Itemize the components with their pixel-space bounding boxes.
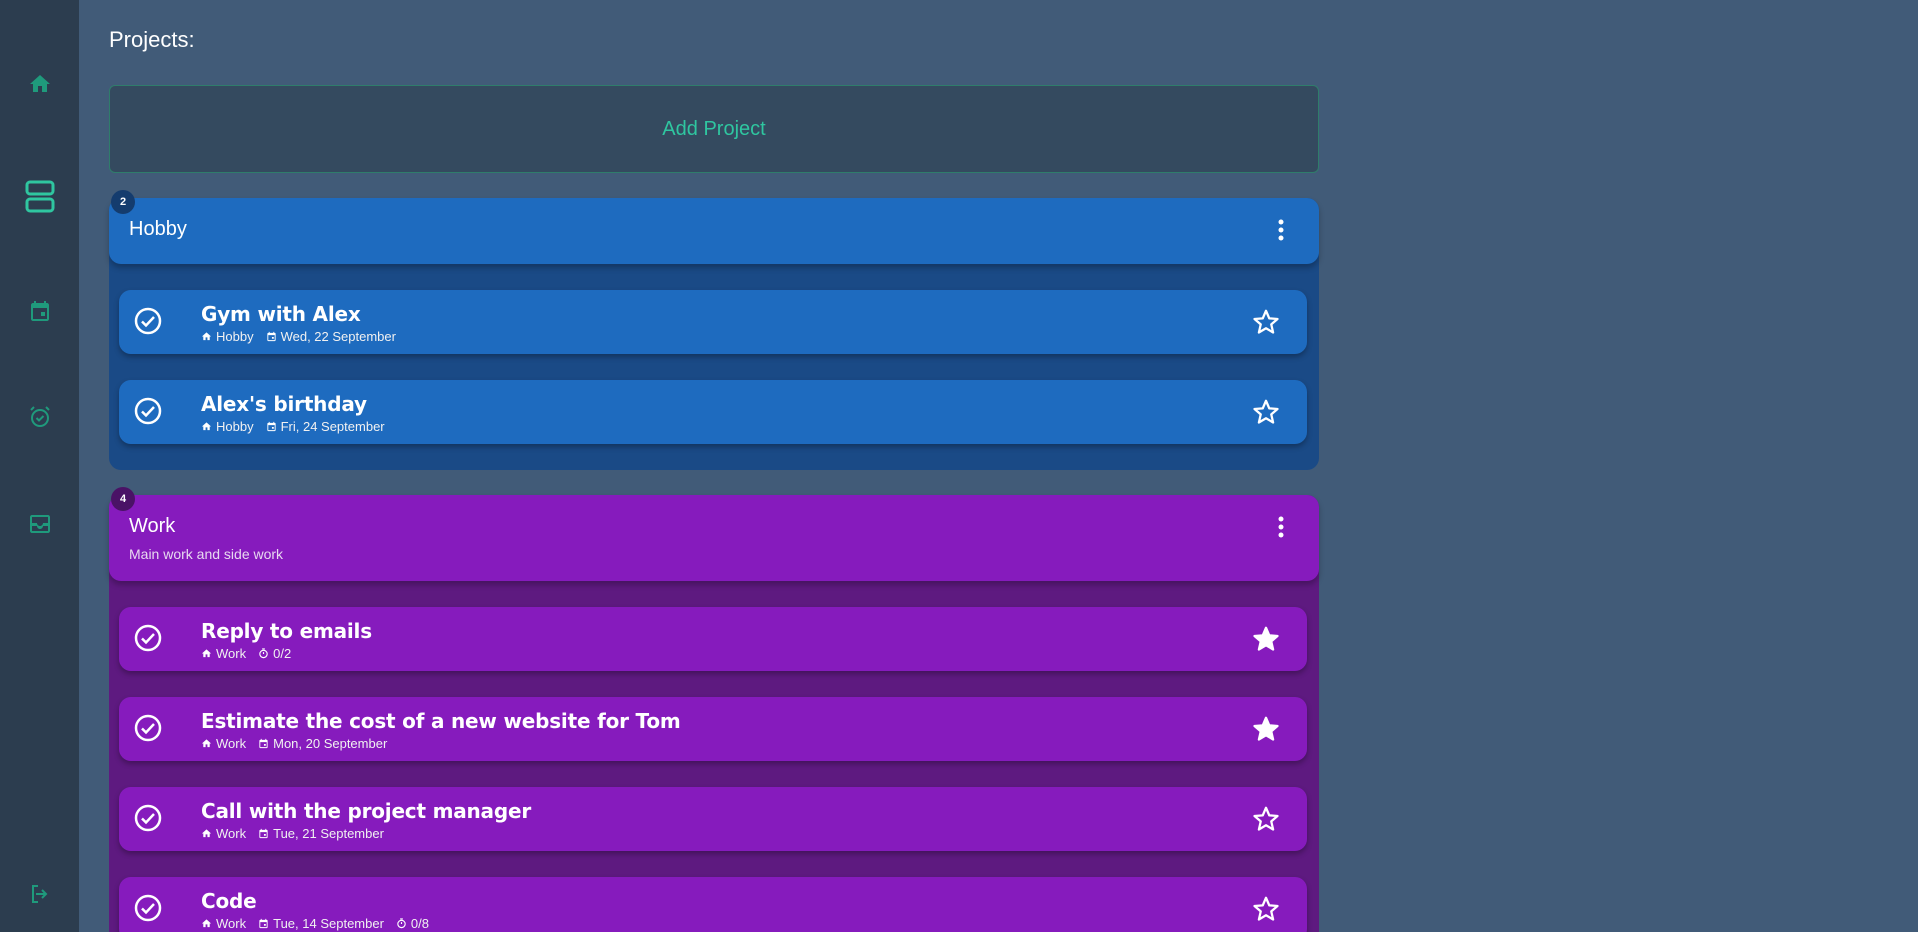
home-icon — [201, 829, 212, 838]
sidebar-item-projects[interactable] — [0, 167, 79, 227]
task-project: Work — [216, 916, 247, 931]
projects-icon — [25, 180, 54, 213]
complete-check-icon[interactable] — [133, 713, 163, 743]
task-meta: Work Mon, 20 September — [201, 736, 393, 751]
alarm-check-icon — [29, 406, 50, 427]
sidebar-item-home[interactable] — [0, 54, 79, 114]
calendar-icon — [259, 738, 268, 749]
project-card-work: 4 Work Main work and side work Reply to … — [109, 487, 1319, 932]
task-item[interactable]: Alex's birthday Hobby Fri, 24 September — [119, 380, 1307, 444]
home-icon — [201, 422, 212, 431]
project-description: Main work and side work — [129, 546, 284, 562]
home-icon — [201, 739, 212, 748]
calendar-icon — [266, 331, 276, 342]
calendar-icon — [259, 828, 268, 839]
star-outline-icon[interactable] — [1251, 307, 1281, 337]
timer-icon — [259, 648, 268, 659]
sidebar-item-reminders[interactable] — [0, 387, 79, 447]
calendar-icon — [266, 421, 276, 432]
calendar-icon — [259, 918, 268, 929]
task-title: Gym with Alex — [201, 302, 361, 326]
sidebar — [0, 0, 79, 932]
home-icon — [29, 75, 50, 92]
task-item[interactable]: Code Work Tue, 14 September 0/8 — [119, 877, 1307, 932]
project-name: Hobby — [129, 218, 187, 240]
task-title: Reply to emails — [201, 619, 372, 643]
task-meta: Work Tue, 14 September 0/8 — [201, 916, 435, 931]
project-card-hobby: 2 Hobby Gym with Alex Hobby Wed, 22 Sept… — [109, 190, 1319, 470]
task-count-badge: 2 — [111, 190, 135, 214]
task-meta: Work 0/2 — [201, 646, 297, 661]
task-item[interactable]: Reply to emails Work 0/2 — [119, 607, 1307, 671]
task-meta: Hobby Wed, 22 September — [201, 329, 402, 344]
calendar-icon — [30, 301, 49, 321]
complete-check-icon[interactable] — [133, 803, 163, 833]
add-project-button[interactable]: Add Project — [109, 85, 1319, 173]
more-vertical-icon — [1278, 219, 1284, 241]
task-date: Fri, 24 September — [280, 419, 385, 434]
logout-icon — [31, 885, 47, 903]
task-title: Alex's birthday — [201, 392, 367, 416]
more-options-button[interactable] — [1269, 515, 1293, 539]
task-project: Hobby — [216, 329, 254, 344]
task-date: Tue, 14 September — [273, 916, 384, 931]
home-icon — [201, 919, 212, 928]
task-project: Work — [216, 736, 247, 751]
task-count-badge: 4 — [111, 487, 135, 511]
project-header[interactable]: 4 Work Main work and side work — [109, 487, 1319, 581]
star-filled-icon[interactable] — [1251, 624, 1281, 654]
sidebar-item-calendar[interactable] — [0, 281, 79, 341]
complete-check-icon[interactable] — [133, 893, 163, 923]
sidebar-item-logout[interactable] — [0, 864, 79, 924]
project-name: Work — [129, 515, 176, 537]
page-title: Projects: — [109, 27, 195, 52]
more-options-button[interactable] — [1269, 218, 1293, 242]
home-icon — [201, 332, 212, 341]
task-date: Wed, 22 September — [280, 329, 396, 344]
star-filled-icon[interactable] — [1251, 714, 1281, 744]
task-item[interactable]: Estimate the cost of a new website for T… — [119, 697, 1307, 761]
task-item[interactable]: Gym with Alex Hobby Wed, 22 September — [119, 290, 1307, 354]
project-header[interactable]: 2 Hobby — [109, 190, 1319, 264]
task-title: Call with the project manager — [201, 799, 532, 823]
complete-check-icon[interactable] — [133, 623, 163, 653]
task-timer: 0/8 — [410, 916, 429, 931]
task-project: Hobby — [216, 419, 254, 434]
task-project: Work — [216, 646, 247, 661]
task-title: Code — [201, 889, 257, 913]
timer-icon — [397, 918, 406, 929]
star-outline-icon[interactable] — [1251, 894, 1281, 924]
task-title: Estimate the cost of a new website for T… — [201, 709, 681, 733]
task-project: Work — [216, 826, 247, 841]
sidebar-item-archive[interactable] — [0, 494, 79, 554]
task-meta: Hobby Fri, 24 September — [201, 419, 391, 434]
task-date: Mon, 20 September — [273, 736, 388, 751]
home-icon — [201, 649, 212, 658]
archive-icon — [29, 515, 50, 533]
task-timer: 0/2 — [273, 646, 292, 661]
task-date: Tue, 21 September — [273, 826, 384, 841]
complete-check-icon[interactable] — [133, 396, 163, 426]
task-item[interactable]: Call with the project manager Work Tue, … — [119, 787, 1307, 851]
more-vertical-icon — [1278, 516, 1284, 538]
task-meta: Work Tue, 21 September — [201, 826, 390, 841]
star-outline-icon[interactable] — [1251, 804, 1281, 834]
complete-check-icon[interactable] — [133, 306, 163, 336]
star-outline-icon[interactable] — [1251, 397, 1281, 427]
